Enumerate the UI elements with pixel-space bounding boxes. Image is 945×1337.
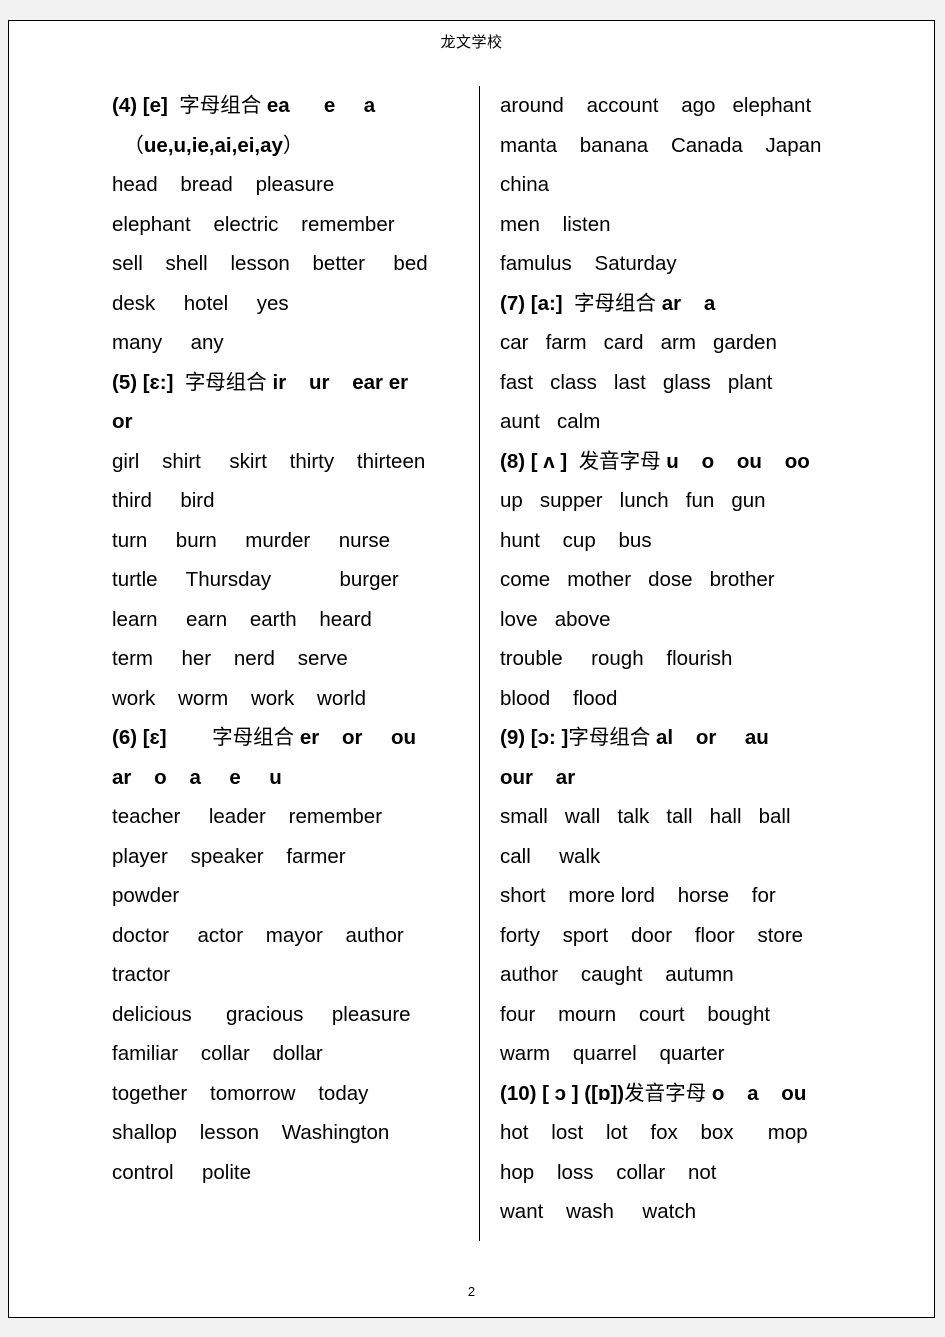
word-list-line: four mourn court bought (500, 1002, 771, 1026)
word-list-line: desk hotel yes (112, 291, 289, 315)
word-list-line: hop loss collar not (500, 1160, 717, 1184)
page-number: 2 (467, 1284, 476, 1299)
word-list-line: love above (500, 607, 611, 631)
word-list-line: delicious gracious pleasure (112, 1002, 411, 1026)
word-list-line: tractor (112, 963, 171, 986)
section-heading: or (112, 410, 133, 433)
word-list-line: elephant electric remember (112, 212, 395, 236)
word-list-line: powder (112, 884, 180, 907)
word-list-line: term her nerd serve (112, 647, 348, 670)
word-list-line: hot lost lot fox box mop (500, 1121, 808, 1144)
section-heading: (9) [ɔ: ]字母组合 al or au (500, 725, 769, 749)
word-list-line: learn earn earth heard (112, 607, 372, 631)
word-list-line: together tomorrow today (112, 1081, 369, 1105)
page-header-title: 龙文学校 (440, 34, 503, 51)
word-list-line: trouble rough flourish (500, 647, 733, 670)
word-list-line: author caught autumn (500, 963, 734, 986)
word-list-line: men listen (500, 212, 611, 236)
word-list-line: many any (112, 331, 224, 354)
section-heading: (5) [ɛ:] 字母组合 ir ur ear er (112, 369, 409, 394)
section-heading: (4) [e] 字母组合 ea e a (112, 93, 376, 117)
word-list-line: blood flood (500, 686, 618, 710)
section-heading: our ar (500, 765, 576, 789)
word-list-line: girl shirt skirt thirty thirteen (112, 449, 426, 473)
word-list-line: aunt calm (500, 410, 601, 433)
word-list-line: familiar collar dollar (112, 1042, 323, 1065)
word-list-line: want wash watch (500, 1200, 696, 1223)
two-column-body: (4) [e] 字母组合 ea e a （ue,u,ie,ai,ei,ay） he… (9, 86, 934, 1246)
document-page: 龙文学校 (4) [e] 字母组合 ea e a （ue,u,ie,ai,ei,… (8, 20, 935, 1318)
word-list-line: manta banana Canada Japan (500, 133, 822, 157)
word-list-line: work worm work world (112, 686, 367, 710)
section-heading: (7) [a:] 字母组合 ar a (500, 290, 716, 315)
word-list-line: hunt cup bus (500, 528, 652, 552)
word-list-line: small wall talk tall hall ball (500, 805, 791, 828)
section-heading: (8) [ ʌ ] 发音字母 u o ou oo (500, 448, 810, 473)
section-heading: （ue,u,ie,ai,ei,ay） (123, 132, 304, 157)
word-list-line: up supper lunch fun gun (500, 489, 766, 512)
right-column: around account ago elephant manta banana … (480, 86, 934, 1232)
section-heading: (6) [ɛ] 字母组合 er or ou (112, 725, 417, 749)
word-list-line: china (500, 173, 550, 196)
word-list-line: third bird (112, 489, 215, 512)
word-list-line: control polite (112, 1160, 252, 1184)
word-list-line: doctor actor mayor author (112, 923, 404, 947)
word-list-line: forty sport door floor store (500, 923, 804, 947)
section-heading: ar o a e u (112, 765, 282, 789)
word-list-line: car farm card arm garden (500, 331, 777, 354)
word-list-line: warm quarrel quarter (500, 1042, 725, 1065)
word-list-line: fast class last glass plant (500, 370, 773, 394)
word-list-line: turtle Thursday burger (112, 568, 399, 591)
word-list-line: famulus Saturday (500, 252, 677, 275)
word-list-line: short more lord horse for (500, 884, 776, 907)
word-list-line: teacher leader remember (112, 805, 383, 828)
word-list-line: player speaker farmer (112, 844, 346, 868)
left-column: (4) [e] 字母组合 ea e a （ue,u,ie,ai,ei,ay） he… (9, 86, 479, 1192)
word-list-line: sell shell lesson better bed (112, 252, 428, 275)
word-list-line: call walk (500, 844, 601, 868)
word-list-line: head bread pleasure (112, 173, 335, 196)
word-list-line: around account ago elephant (500, 94, 812, 117)
word-list-line: shallop lesson Washington (112, 1121, 390, 1144)
word-list-line: come mother dose brother (500, 568, 775, 591)
section-heading: (10) [ ɔ ] ([ɒ])发音字母 o a ou (500, 1080, 807, 1105)
word-list-line: turn burn murder nurse (112, 528, 391, 552)
